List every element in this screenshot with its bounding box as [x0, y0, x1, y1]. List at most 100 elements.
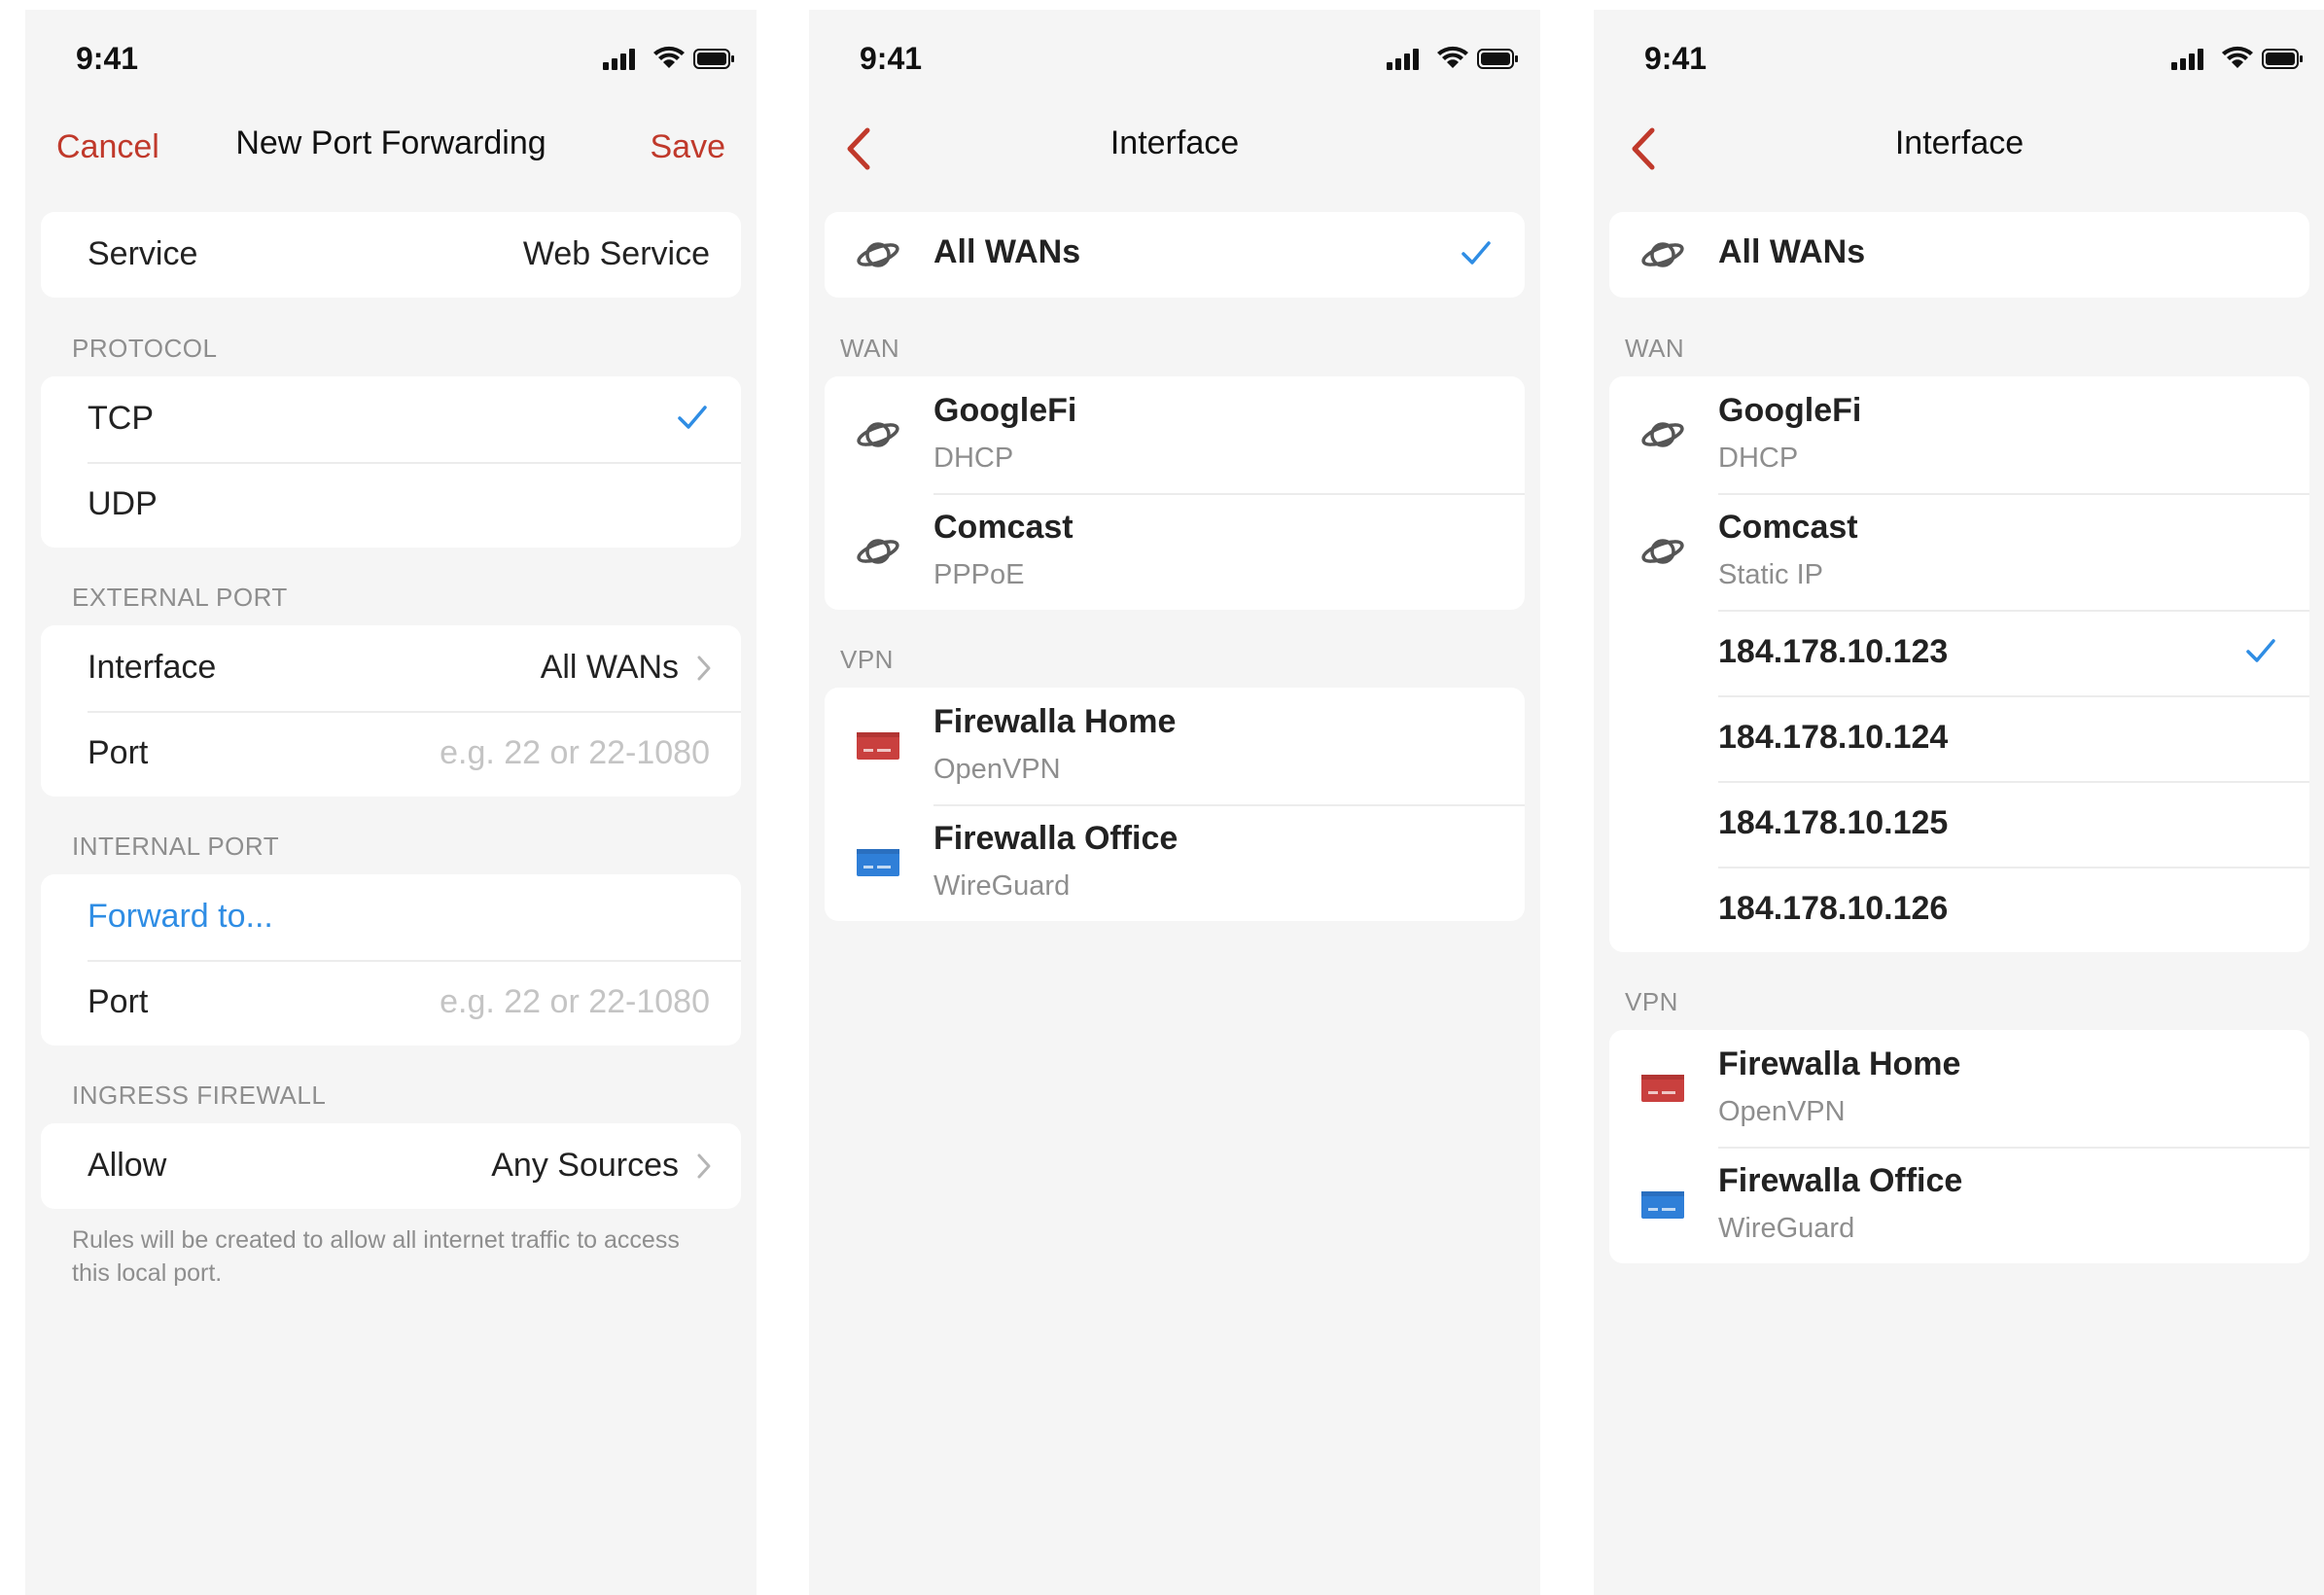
planet-icon — [1641, 539, 1684, 564]
wan-name: Comcast — [1718, 509, 1858, 546]
wan-type: PPPoE — [933, 559, 1025, 590]
protocol-section-header: PROTOCOL — [72, 334, 218, 363]
planet-icon — [857, 242, 899, 267]
ip-option[interactable]: 184.178.10.125 — [1609, 781, 2309, 867]
wan-name: Comcast — [933, 509, 1074, 546]
wifi-icon — [653, 46, 685, 68]
wan-name: GoogleFi — [1718, 392, 1862, 429]
ingress-firewall-card: Allow Any Sources — [41, 1123, 741, 1209]
navigation-bar: Cancel New Port Forwarding Save — [25, 107, 757, 191]
protocol-option-label: TCP — [88, 400, 154, 437]
wifi-icon — [2222, 46, 2253, 68]
external-port-row: Port e.g. 22 or 22-1080 — [41, 711, 741, 797]
option-label: All WANs — [1718, 233, 1866, 270]
vpn-list-card: Firewalla Home OpenVPN Firewalla Office … — [825, 688, 1525, 921]
all-wans-option[interactable]: All WANs — [825, 212, 1525, 298]
ip-option[interactable]: 184.178.10.126 — [1609, 867, 2309, 952]
allow-row[interactable]: Allow Any Sources — [41, 1123, 741, 1209]
new-port-forwarding-screen: 9:41 Cancel New Port Forwarding Save Ser — [25, 10, 757, 1595]
vpn-type: OpenVPN — [933, 754, 1061, 785]
external-port-card: Interface All WANs Port e.g. 22 or 22-10… — [41, 625, 741, 797]
protocol-option-udp[interactable]: UDP — [41, 462, 741, 548]
ip-option[interactable]: 184.178.10.124 — [1609, 695, 2309, 781]
chevron-right-icon — [697, 656, 711, 681]
signal-icon — [1387, 49, 1419, 70]
external-port-section-header: EXTERNAL PORT — [72, 583, 288, 612]
wan-option-googlefi[interactable]: GoogleFi DHCP — [1609, 376, 2309, 493]
all-wans-card: All WANs — [825, 212, 1525, 298]
planet-icon — [857, 539, 899, 564]
forward-to-link[interactable]: Forward to... — [88, 898, 273, 936]
status-bar: 9:41 — [25, 10, 757, 107]
page-title: Interface — [1894, 124, 2025, 161]
allow-value: Any Sources — [491, 1147, 679, 1184]
status-time: 9:41 — [860, 41, 923, 76]
interface-label: Interface — [88, 649, 217, 686]
page-title: New Port Forwarding — [235, 124, 546, 161]
wan-name: GoogleFi — [933, 392, 1077, 429]
vpn-name: Firewalla Home — [933, 703, 1177, 740]
vpn-name: Firewalla Office — [933, 820, 1179, 857]
checkmark-icon — [2246, 639, 2275, 662]
external-port-label: Port — [88, 734, 149, 771]
checkmark-icon — [678, 406, 707, 429]
interface-screen-static-ip: 9:41 Interface All WANs WAN GoogleFi DHC… — [1594, 10, 2324, 1595]
wan-list-card: GoogleFi DHCP Comcast PPPoE — [825, 376, 1525, 610]
signal-icon — [2171, 49, 2203, 70]
save-button[interactable]: Save — [651, 128, 726, 166]
vpn-option-firewalla-home[interactable]: Firewalla Home OpenVPN — [1609, 1030, 2309, 1147]
ip-address: 184.178.10.123 — [1718, 633, 1949, 670]
external-port-input[interactable]: e.g. 22 or 22-1080 — [440, 734, 710, 772]
vpn-option-firewalla-home[interactable]: Firewalla Home OpenVPN — [825, 688, 1525, 804]
vpn-option-firewalla-office[interactable]: Firewalla Office WireGuard — [1609, 1147, 2309, 1263]
service-row[interactable]: Service Web Service — [41, 212, 741, 298]
signal-icon — [603, 49, 635, 70]
ip-address: 184.178.10.126 — [1718, 890, 1949, 927]
wan-type: DHCP — [933, 443, 1014, 474]
chevron-right-icon — [697, 1153, 711, 1179]
ip-address: 184.178.10.125 — [1718, 804, 1949, 841]
option-label: All WANs — [933, 233, 1081, 270]
interface-screen: 9:41 Interface All WANs WAN GoogleFi DHC… — [809, 10, 1540, 1595]
wan-section-header: WAN — [1625, 334, 1685, 363]
status-icons — [2171, 46, 2303, 70]
navigation-bar: Interface — [809, 107, 1540, 191]
wan-option-comcast[interactable]: Comcast Static IP — [1609, 493, 2309, 610]
vpn-name: Firewalla Office — [1718, 1162, 1963, 1199]
service-value: Web Service — [522, 235, 710, 272]
wan-type: DHCP — [1718, 443, 1799, 474]
protocol-option-tcp[interactable]: TCP — [41, 376, 741, 462]
internal-port-section-header: INTERNAL PORT — [72, 832, 280, 861]
vpn-section-header: VPN — [1625, 987, 1678, 1016]
ip-option[interactable]: 184.178.10.123 — [1609, 610, 2309, 695]
vpn-option-firewalla-office[interactable]: Firewalla Office WireGuard — [825, 804, 1525, 921]
all-wans-card: All WANs — [1609, 212, 2309, 298]
interface-value: All WANs — [540, 649, 679, 686]
firewalla-blue-device-icon — [1641, 1191, 1684, 1219]
wan-option-googlefi[interactable]: GoogleFi DHCP — [825, 376, 1525, 493]
internal-port-input[interactable]: e.g. 22 or 22-1080 — [440, 983, 710, 1021]
planet-icon — [1641, 242, 1684, 267]
vpn-name: Firewalla Home — [1718, 1046, 1961, 1082]
forward-to-row[interactable]: Forward to... — [41, 874, 741, 960]
vpn-type: OpenVPN — [1718, 1096, 1846, 1127]
firewalla-blue-device-icon — [857, 849, 899, 876]
wan-section-header: WAN — [840, 334, 900, 363]
ingress-firewall-section-header: INGRESS FIREWALL — [72, 1081, 327, 1110]
wan-option-comcast[interactable]: Comcast PPPoE — [825, 493, 1525, 610]
service-card: Service Web Service — [41, 212, 741, 298]
wan-type: Static IP — [1718, 559, 1823, 590]
status-time: 9:41 — [76, 41, 139, 76]
internal-port-row: Port e.g. 22 or 22-1080 — [41, 960, 741, 1046]
page-title: Interface — [1109, 124, 1240, 161]
vpn-list-card: Firewalla Home OpenVPN Firewalla Office … — [1609, 1030, 2309, 1263]
protocol-option-label: UDP — [88, 485, 158, 522]
internal-port-card: Forward to... Port e.g. 22 or 22-1080 — [41, 874, 741, 1046]
interface-row[interactable]: Interface All WANs — [41, 625, 741, 711]
navigation-bar: Interface — [1594, 107, 2324, 191]
status-bar: 9:41 — [809, 10, 1540, 107]
vpn-section-header: VPN — [840, 645, 894, 674]
all-wans-option[interactable]: All WANs — [1609, 212, 2309, 298]
protocol-card: TCP UDP — [41, 376, 741, 548]
status-icons — [603, 46, 734, 70]
